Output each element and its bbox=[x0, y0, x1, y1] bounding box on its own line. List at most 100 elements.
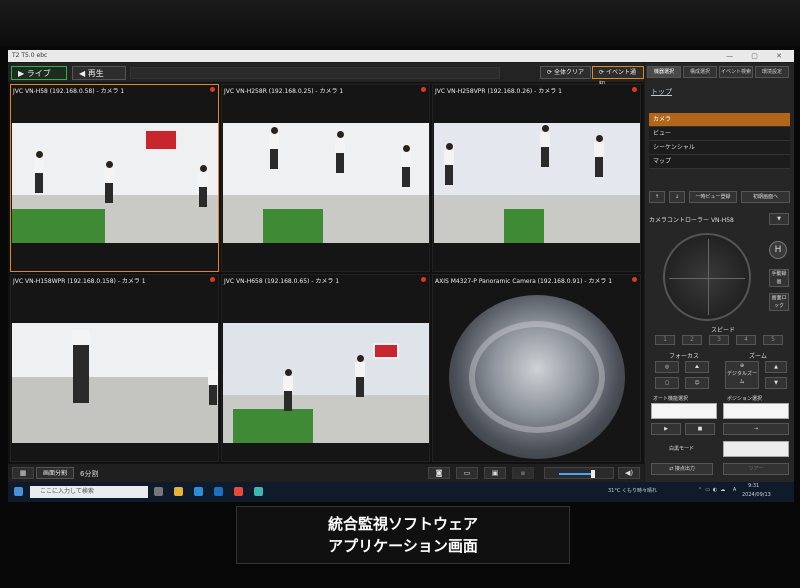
live-button[interactable]: ▶ ライブ bbox=[11, 66, 67, 80]
caption-line-1: 統合監視ソフトウェア bbox=[327, 515, 478, 533]
camera-tile-6[interactable]: AXIS M4327-P Panoramic Camera (192.168.0… bbox=[432, 274, 641, 462]
position-go-button[interactable]: → bbox=[723, 423, 789, 435]
caption-sign: 統合監視ソフトウェア アプリケーション画面 bbox=[236, 506, 570, 564]
fullscreen-icon[interactable]: ▪ bbox=[512, 467, 534, 479]
caption-line-2: アプリケーション画面 bbox=[328, 537, 478, 555]
focus-far-icon[interactable]: ⛰ bbox=[685, 361, 709, 373]
window-titlebar: T2 T5.0 ebc — ▢ ✕ bbox=[8, 50, 794, 62]
mode-select[interactable] bbox=[723, 441, 789, 457]
position-select[interactable] bbox=[723, 403, 789, 419]
menu-item-view[interactable]: ビュー bbox=[649, 127, 790, 141]
auto-function-select[interactable] bbox=[651, 403, 717, 419]
window-controls[interactable]: — ▢ ✕ bbox=[726, 50, 790, 62]
speed-level-5[interactable]: 5 bbox=[763, 335, 783, 345]
weather-status[interactable]: 31°C くもり時々晴れ bbox=[608, 487, 657, 494]
alarm-out-button[interactable]: ⇄ 接点出力 bbox=[651, 463, 713, 475]
speed-level-2[interactable]: 2 bbox=[682, 335, 702, 345]
camera-tile-1[interactable]: JVC VN-H58 (192.168.0.58) - カメラ 1 bbox=[10, 84, 219, 272]
camera-tile-5[interactable]: JVC VN-H658 (192.168.0.65) - カメラ 1 bbox=[221, 274, 430, 462]
app-icon[interactable] bbox=[254, 487, 263, 496]
down-icon[interactable]: ↓ bbox=[669, 191, 685, 203]
clock-time: 9:31 bbox=[748, 483, 760, 489]
speed-level-3[interactable]: 3 bbox=[709, 335, 729, 345]
snapshot-icon[interactable]: ◙ bbox=[428, 467, 450, 479]
camera-grid: JVC VN-H58 (192.168.0.58) - カメラ 1 JVC VN… bbox=[8, 84, 644, 464]
speed-selector[interactable]: 1 2 3 4 5 bbox=[655, 335, 785, 345]
view-save-label: 一時ビュー登録 bbox=[695, 194, 731, 200]
top-link[interactable]: トップ bbox=[651, 87, 672, 97]
clock-date: 2024/09/13 bbox=[742, 492, 771, 498]
zoom-in-icon[interactable]: ▲ bbox=[765, 361, 787, 373]
main-toolbar: ▶ ライブ ◀ 再生 ⟳ 全体クリア ⟳ イベント通知 bbox=[8, 63, 644, 88]
lock-label: 画面ロック bbox=[771, 295, 787, 309]
image-icon[interactable]: ▣ bbox=[484, 467, 506, 479]
chrome-icon[interactable] bbox=[234, 487, 243, 496]
tab-device-select[interactable]: 機器選択 bbox=[647, 66, 681, 78]
back-icon[interactable]: ↑ bbox=[649, 191, 665, 203]
layout-label: 画面分割 bbox=[43, 470, 68, 477]
timeline-bar[interactable] bbox=[130, 67, 500, 79]
zoom-out-icon[interactable]: ▼ bbox=[765, 377, 787, 389]
controller-title: カメラコントローラー VN-H58 bbox=[649, 215, 734, 224]
task-view-icon[interactable] bbox=[154, 487, 163, 496]
record-button[interactable]: 手動録画 bbox=[769, 269, 789, 287]
tray-icons[interactable]: ⌃▭◐☁ A bbox=[698, 487, 739, 493]
initial-view-button[interactable]: 初期画面へ bbox=[741, 191, 790, 203]
store-icon[interactable] bbox=[214, 487, 223, 496]
menu-item-camera[interactable]: カメラ bbox=[649, 113, 790, 127]
camera-label: JVC VN-H258VPR (192.168.0.26) - カメラ 1 bbox=[435, 88, 562, 95]
clear-all-button[interactable]: ⟳ 全体クリア bbox=[540, 66, 591, 79]
view-save-button[interactable]: 一時ビュー登録 bbox=[689, 191, 737, 203]
stop-icon[interactable]: ■ bbox=[685, 423, 715, 435]
digital-zoom-button[interactable]: ⊕ デジタルズーム bbox=[725, 361, 759, 389]
grid-layout-icon[interactable]: ▦ bbox=[12, 467, 34, 479]
play-icon[interactable]: ▶ bbox=[651, 423, 681, 435]
monitor-icon[interactable]: ▭ bbox=[456, 467, 478, 479]
camera-feed bbox=[223, 123, 429, 243]
tab-settings[interactable]: 環境設定 bbox=[755, 66, 789, 78]
alarm-out-label: 接点出力 bbox=[674, 466, 695, 472]
volume-slider[interactable] bbox=[544, 467, 614, 479]
tab-config-select[interactable]: 構成選択 bbox=[683, 66, 717, 78]
camera-feed bbox=[12, 123, 218, 243]
speed-level-4[interactable]: 4 bbox=[736, 335, 756, 345]
folder-icon[interactable] bbox=[174, 487, 183, 496]
camera-label: JVC VN-H658 (192.168.0.65) - カメラ 1 bbox=[224, 278, 340, 285]
tour-label: ツアー bbox=[748, 466, 764, 472]
layout-button[interactable]: 画面分割 bbox=[36, 467, 75, 479]
speaker-icon[interactable]: ◀) bbox=[618, 467, 640, 479]
windows-taskbar: ここに入力して検索 31°C くもり時々晴れ ⌃▭◐☁ A 9:31 2024/… bbox=[8, 482, 794, 502]
monitor-screen: T2 T5.0 ebc — ▢ ✕ ▶ ライブ ◀ 再生 ⟳ 全体クリア ⟳ イ… bbox=[8, 50, 794, 502]
lock-button[interactable]: 画面ロック bbox=[769, 293, 789, 311]
speed-level-1[interactable]: 1 bbox=[655, 335, 675, 345]
panel-tabs: 機器選択 構成選択 イベント検索 環境設定 bbox=[647, 66, 792, 78]
camera-tile-3[interactable]: JVC VN-H258VPR (192.168.0.26) - カメラ 1 bbox=[432, 84, 641, 272]
recording-indicator bbox=[421, 277, 426, 282]
taskbar-search[interactable]: ここに入力して検索 bbox=[30, 486, 148, 498]
split-count: 6分割 bbox=[80, 470, 99, 478]
start-icon[interactable] bbox=[14, 487, 23, 496]
edge-icon[interactable] bbox=[194, 487, 203, 496]
camera-tile-2[interactable]: JVC VN-H258R (192.168.0.25) - カメラ 1 bbox=[221, 84, 430, 272]
camera-feed bbox=[12, 323, 218, 443]
menu-item-map[interactable]: マップ bbox=[649, 155, 790, 169]
tour-button[interactable]: ツアー bbox=[723, 463, 789, 475]
focus-label: フォーカス bbox=[669, 353, 700, 360]
event-button[interactable]: ⟳ イベント通知 bbox=[592, 66, 644, 88]
tab-event-search[interactable]: イベント検索 bbox=[719, 66, 753, 78]
focus-auto-icon[interactable]: ◎ bbox=[655, 361, 679, 373]
home-button[interactable]: H bbox=[769, 241, 787, 259]
control-panel: 機器選択 構成選択 イベント検索 環境設定 トップ カメラ ビュー シーケンシャ… bbox=[645, 63, 794, 482]
camera-label: AXIS M4327-P Panoramic Camera (192.168.0… bbox=[435, 278, 613, 285]
camera-tile-4[interactable]: JVC VN-H158WPR (192.168.0.158) - カメラ 1 bbox=[10, 274, 219, 462]
menu-item-sequential[interactable]: シーケンシャル bbox=[649, 141, 790, 155]
device-menu: カメラ ビュー シーケンシャル マップ bbox=[649, 113, 790, 169]
ptz-joystick[interactable] bbox=[663, 233, 751, 321]
chevron-down-icon[interactable]: ▼ bbox=[769, 213, 789, 225]
camera-label: JVC VN-H58 (192.168.0.58) - カメラ 1 bbox=[13, 88, 125, 95]
playback-button[interactable]: ◀ 再生 bbox=[72, 66, 126, 80]
focus-frame-icon[interactable]: ▢ bbox=[655, 377, 679, 389]
camera-label: JVC VN-H158WPR (192.168.0.158) - カメラ 1 bbox=[13, 278, 146, 285]
focus-near-icon[interactable]: ☺ bbox=[685, 377, 709, 389]
speed-label: スピード bbox=[711, 327, 736, 334]
